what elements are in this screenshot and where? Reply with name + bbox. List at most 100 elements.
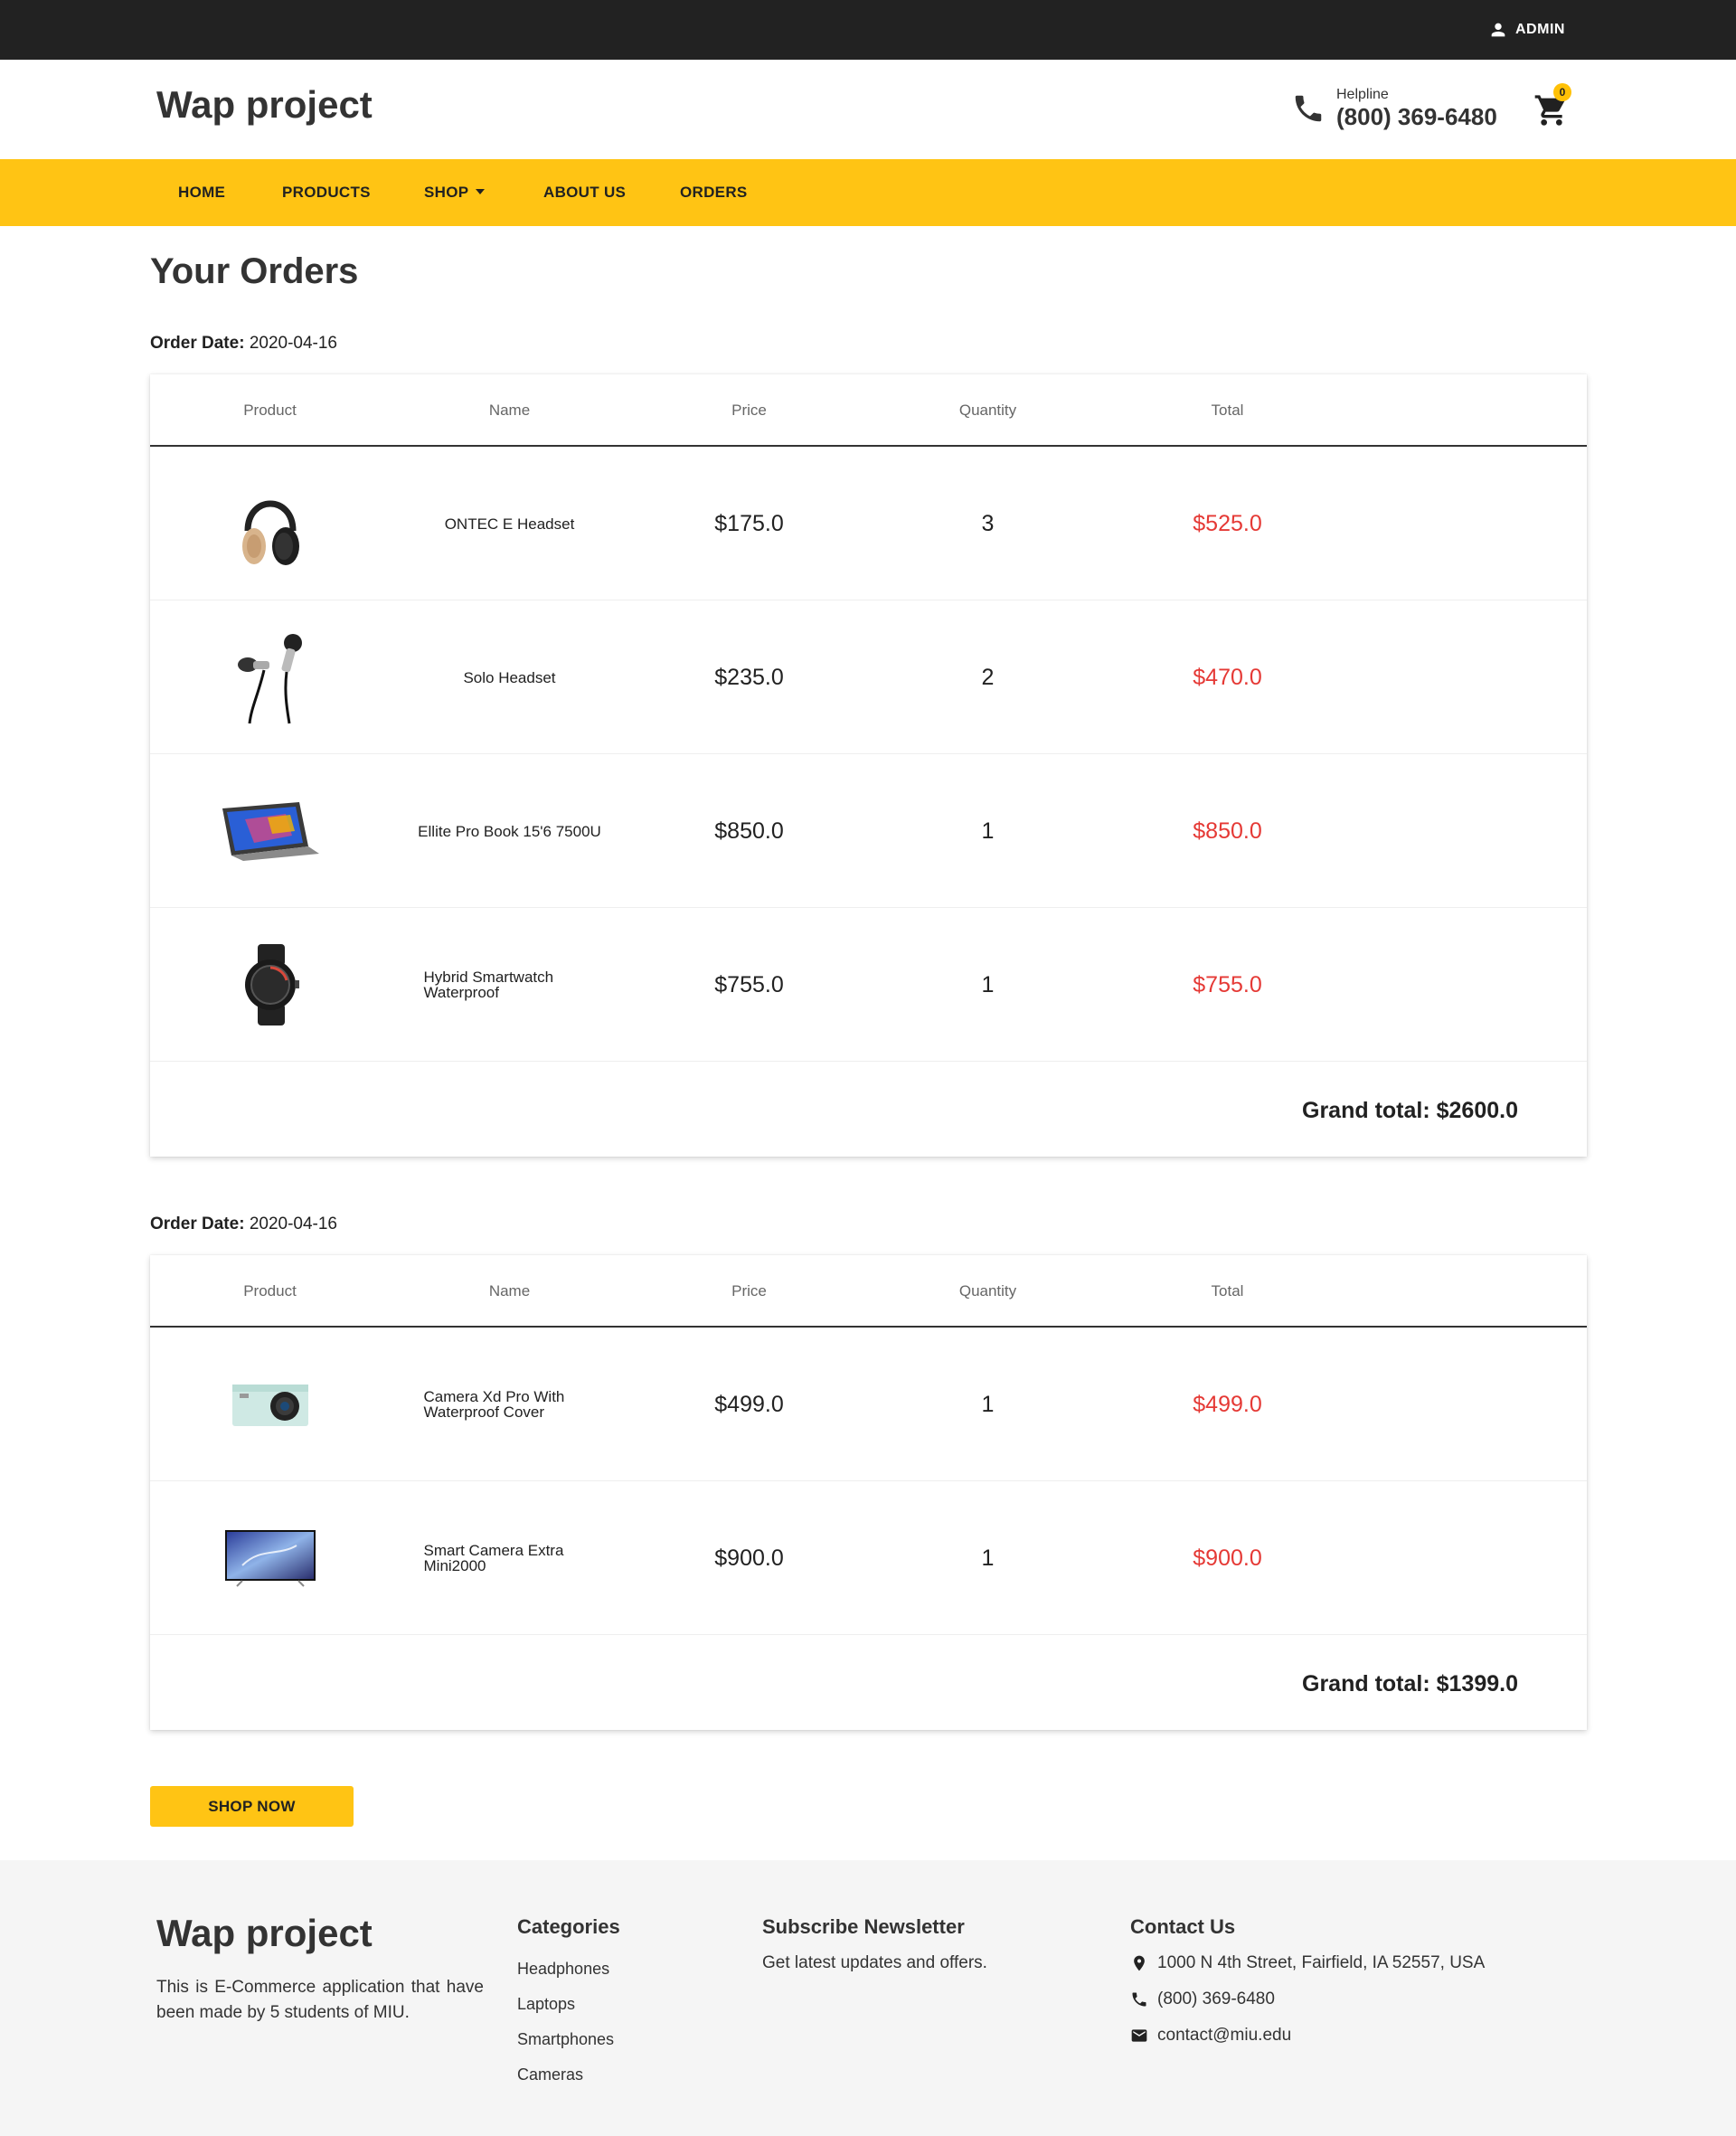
nav-products[interactable]: PRODUCTS [282,159,371,226]
price-cell: $900.0 [629,1481,869,1635]
table-row: Smart Camera Extra Mini2000 $900.0 1 $90… [150,1481,1587,1635]
total-cell: $850.0 [1108,754,1347,908]
total-cell: $470.0 [1108,600,1347,754]
phone-icon [1132,1992,1146,2007]
col-name: Name [488,1282,531,1300]
product-name[interactable]: Hybrid Smartwatch Waterproof [424,969,596,1000]
product-name-cell: Ellite Pro Book 15'6 7500U [390,754,629,908]
nav-shop[interactable]: SHOP [424,159,486,226]
earphones-image [237,633,302,723]
main-nav: HOME PRODUCTS SHOP ABOUT US ORDERS [0,159,1736,226]
admin-menu[interactable]: ADMIN [1488,18,1565,42]
contact-address: 1000 N 4th Street, Fairfield, IA 52557, … [1130,1953,1485,1973]
product-image-cell [150,908,390,1062]
product-price: $850.0 [714,818,784,844]
category-link[interactable]: Headphones [517,1952,614,1987]
table-row: Hybrid Smartwatch Waterproof $755.0 1 $7… [150,908,1587,1062]
order-date-label: Order Date: [150,334,245,353]
grand-total-label: Grand total: [1302,1098,1430,1123]
nav-home[interactable]: HOME [178,159,225,226]
table-row: Solo Headset $235.0 2 $470.0 [150,600,1587,754]
product-name[interactable]: ONTEC E Headset [445,516,575,532]
contact-email: contact@miu.edu [1130,2026,1291,2046]
order-date-value: 2020-04-16 [249,334,338,353]
admin-label: ADMIN [1515,22,1565,37]
quantity-cell: 1 [868,754,1108,908]
caret-down-icon [476,188,486,194]
total-cell: $900.0 [1108,1481,1347,1635]
product-price: $499.0 [714,1391,784,1417]
cart-count-badge: 0 [1553,83,1571,101]
person-icon [1491,23,1505,37]
product-name[interactable]: Solo Headset [463,670,555,685]
categories-title: Categories [517,1915,620,1938]
product-name-cell: Solo Headset [390,600,629,754]
category-link[interactable]: Cameras [517,2057,614,2093]
helpline-label: Helpline [1336,87,1389,102]
quantity-cell: 1 [868,1328,1108,1481]
col-product: Product [243,1282,297,1300]
site-logo[interactable]: Wap project [156,83,373,127]
product-quantity: 1 [981,1391,995,1417]
address-text: 1000 N 4th Street, Fairfield, IA 52557, … [1157,1953,1486,1972]
helpline-phone[interactable]: (800) 369-6480 [1336,103,1497,130]
col-name: Name [488,402,531,419]
price-cell: $755.0 [629,908,869,1062]
product-quantity: 1 [981,1545,995,1571]
grand-total-row: Grand total: $2600.0 [150,1062,1587,1163]
footer-description: This is E-Commerce application that have… [156,1978,484,2022]
price-cell: $235.0 [629,600,869,754]
product-image-cell [150,1481,390,1635]
table-row: Camera Xd Pro With Waterproof Cover $499… [150,1328,1587,1481]
product-name-cell: ONTEC E Headset [390,447,629,600]
product-name-cell: Camera Xd Pro With Waterproof Cover [390,1328,629,1481]
grand-total-row: Grand total: $1399.0 [150,1635,1587,1736]
quantity-cell: 1 [868,908,1108,1062]
product-name-cell: Smart Camera Extra Mini2000 [390,1481,629,1635]
grand-total: Grand total: $1399.0 [1302,1671,1518,1697]
category-link[interactable]: Smartphones [517,2022,614,2057]
product-name[interactable]: Camera Xd Pro With Waterproof Cover [424,1389,596,1420]
col-quantity: Quantity [958,1282,1017,1300]
product-price: $175.0 [714,510,784,536]
quantity-cell: 1 [868,1481,1108,1635]
table-header: Product Name Price Quantity Total [150,1255,1587,1328]
quantity-cell: 2 [868,600,1108,754]
total-cell: $755.0 [1108,908,1347,1062]
nav-orders[interactable]: ORDERS [680,159,748,226]
smartwatch-image [244,944,299,1025]
product-price: $235.0 [714,664,784,690]
contact-phone: (800) 369-6480 [1130,1990,1275,2009]
mail-icon [1131,2029,1147,2042]
footer-logo: Wap project [156,1912,373,1954]
col-product: Product [243,402,297,419]
col-total: Total [1211,402,1244,419]
line-total: $525.0 [1193,510,1262,536]
product-name[interactable]: Ellite Pro Book 15'6 7500U [418,824,601,839]
helpline: Helpline (800) 369-6480 [1291,87,1497,130]
line-total: $755.0 [1193,971,1262,997]
contact-title: Contact Us [1130,1915,1236,1938]
email-text[interactable]: contact@miu.edu [1157,2026,1291,2046]
camera-image [231,1385,308,1426]
order-date: Order Date: 2020-04-16 [150,1214,337,1234]
tv-image [224,1530,316,1587]
order-date-value: 2020-04-16 [249,1214,338,1233]
category-link[interactable]: Laptops [517,1987,614,2022]
newsletter-text: Get latest updates and offers. [762,1953,987,1972]
grand-total-value: $1399.0 [1436,1671,1518,1697]
category-list: Headphones Laptops Smartphones Cameras [517,1952,614,2093]
nav-about-us[interactable]: ABOUT US [543,159,626,226]
product-image-cell [150,447,390,600]
product-quantity: 1 [981,818,995,844]
phone-icon [1295,95,1322,122]
product-quantity: 1 [981,971,995,997]
product-name[interactable]: Smart Camera Extra Mini2000 [424,1543,596,1574]
table-row: Ellite Pro Book 15'6 7500U $850.0 1 $850… [150,754,1587,908]
phone-text[interactable]: (800) 369-6480 [1157,1990,1275,2009]
product-price: $900.0 [714,1545,784,1571]
shop-now-button[interactable]: SHOP NOW [150,1786,354,1827]
footer: Wap project This is E-Commerce applicati… [0,1860,1736,2136]
product-name-cell: Hybrid Smartwatch Waterproof [390,908,629,1062]
product-quantity: 3 [981,510,995,536]
